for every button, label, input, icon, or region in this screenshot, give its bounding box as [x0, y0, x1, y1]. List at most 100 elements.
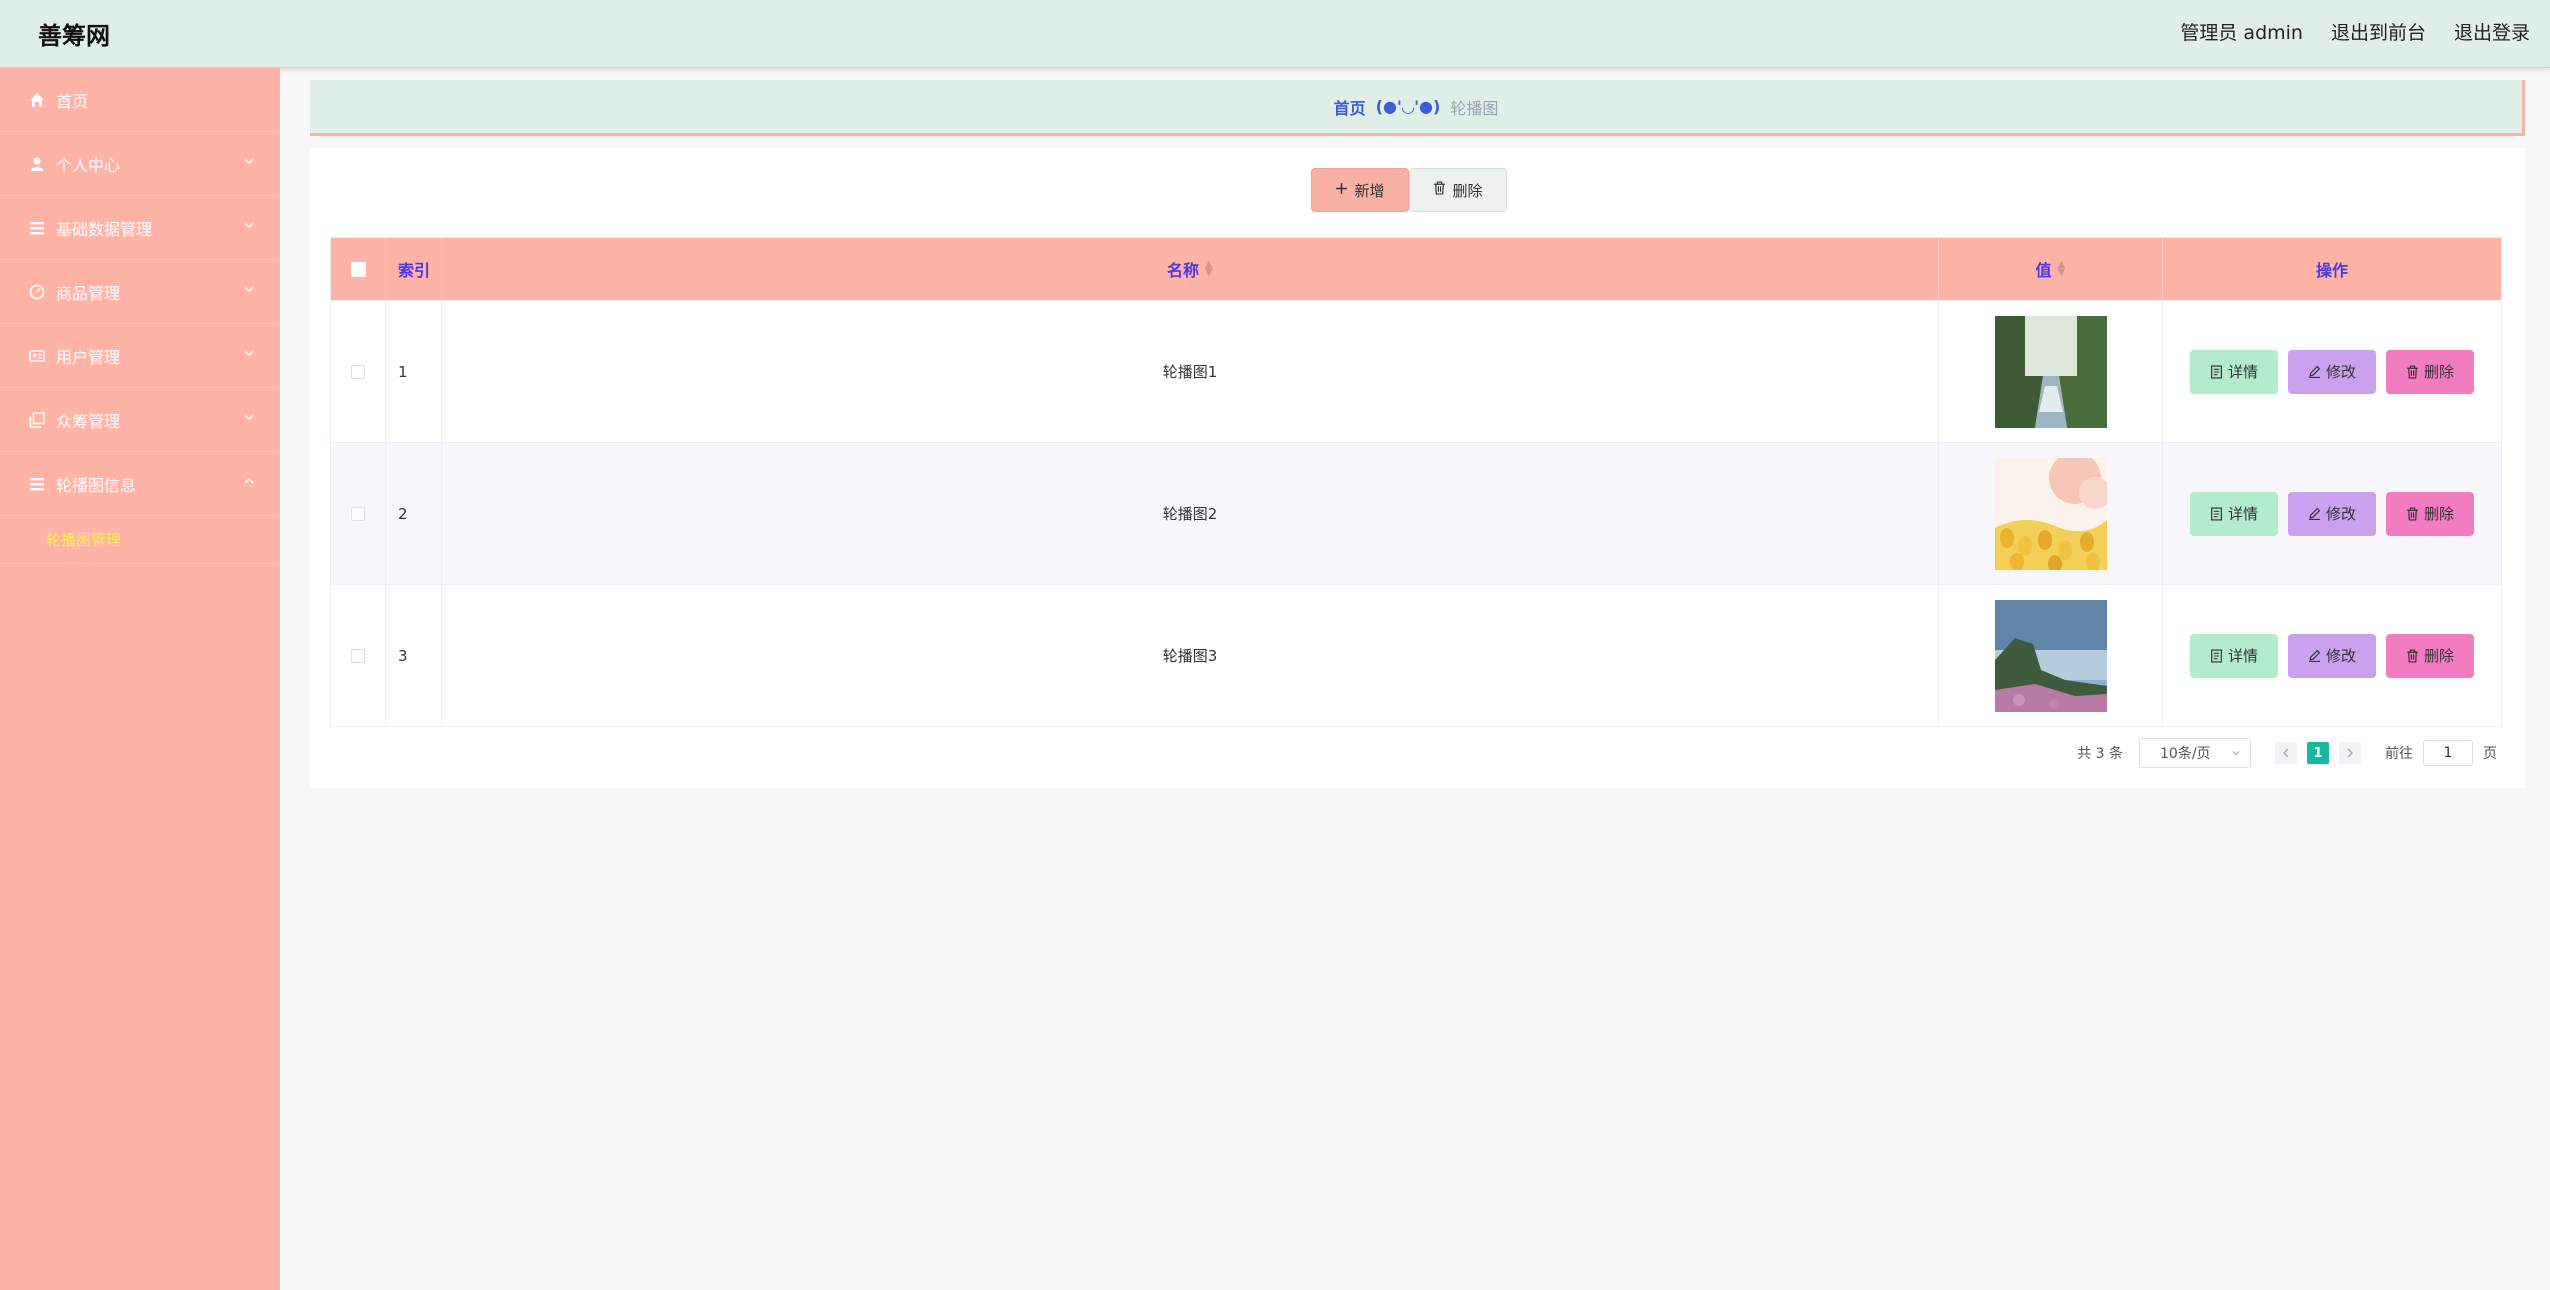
carousel-thumbnail-tulips[interactable]	[1994, 457, 2107, 570]
row-index: 1	[386, 301, 442, 442]
row-name: 轮播图1	[442, 301, 1939, 442]
breadcrumb-current: 轮播图	[1450, 98, 1499, 118]
sidebar-item-home[interactable]: 首页	[0, 68, 280, 132]
sidebar-item-label: 轮播图信息	[56, 475, 137, 495]
content-card: 新增 删除 索引 名称 ▲ ▼ 值 ▲ ▼ 操作 1 轮播图1 详情 修改 删除…	[310, 148, 2525, 788]
table-row: 3 轮播图3 详情 修改 删除	[331, 584, 2501, 726]
next-page-button[interactable]	[2339, 742, 2361, 764]
header-name[interactable]: 名称 ▲ ▼	[442, 238, 1939, 300]
delete-button[interactable]: 删除	[2386, 633, 2474, 678]
goto-page-input[interactable]: 1	[2423, 740, 2473, 766]
sort-icon[interactable]: ▲ ▼	[1205, 260, 1213, 278]
sidebar-subitem-carousel-manage[interactable]: 轮播图管理	[0, 516, 280, 564]
home-icon	[28, 91, 46, 109]
add-button-label: 新增	[1354, 181, 1385, 200]
row-name: 轮播图3	[442, 585, 1939, 726]
document-icon	[2211, 364, 2222, 379]
prev-page-button[interactable]	[2275, 742, 2297, 764]
trash-icon	[1433, 181, 1446, 199]
trash-icon	[2407, 648, 2418, 663]
toolbar: 新增 删除	[1311, 168, 1507, 212]
sidebar-item-label: 商品管理	[56, 283, 121, 303]
edit-icon	[2309, 507, 2321, 520]
sort-icon[interactable]: ▲ ▼	[2058, 260, 2066, 278]
goto-label: 前往	[2385, 746, 2413, 762]
page-number-active[interactable]: 1	[2307, 742, 2329, 764]
user-icon	[28, 155, 46, 173]
row-name: 轮播图2	[442, 443, 1939, 584]
sidebar-item-goods[interactable]: 商品管理	[0, 260, 280, 324]
row-checkbox[interactable]	[351, 506, 365, 521]
row-index: 3	[386, 585, 442, 726]
table-row: 1 轮播图1 详情 修改 删除	[331, 300, 2501, 442]
edit-button[interactable]: 修改	[2288, 349, 2376, 394]
document-icon	[2211, 506, 2222, 521]
sidebar-item-label: 用户管理	[56, 347, 121, 367]
sidebar-item-basic-data[interactable]: 基础数据管理	[0, 196, 280, 260]
trash-icon	[2407, 364, 2418, 379]
sidebar-item-crowdfunding[interactable]: 众筹管理	[0, 388, 280, 452]
breadcrumb-separator: (●'◡'●)	[1375, 97, 1441, 116]
chevron-down-icon	[244, 286, 254, 293]
delete-button-label: 删除	[1452, 181, 1483, 200]
add-button[interactable]: 新增	[1311, 168, 1409, 212]
sidebar-item-users[interactable]: 用户管理	[0, 324, 280, 388]
row-checkbox[interactable]	[351, 364, 365, 379]
chevron-down-icon	[2232, 751, 2240, 756]
detail-button[interactable]: 详情	[2190, 491, 2278, 536]
sidebar-item-label: 个人中心	[56, 155, 121, 175]
exit-to-front-link[interactable]: 退出到前台	[2331, 18, 2426, 45]
header-user-area: 管理员 admin 退出到前台 退出登录	[2180, 18, 2530, 45]
edit-button[interactable]: 修改	[2288, 633, 2376, 678]
header-index: 索引	[386, 238, 442, 300]
select-all-checkbox[interactable]	[350, 261, 366, 277]
sidebar-item-label: 基础数据管理	[56, 219, 153, 239]
sidebar-item-label: 众筹管理	[56, 411, 121, 431]
page-size-select[interactable]: 10条/页	[2139, 738, 2251, 768]
carousel-thumbnail-river[interactable]	[1994, 315, 2107, 428]
batch-delete-button[interactable]: 删除	[1409, 168, 1507, 212]
header-value[interactable]: 值 ▲ ▼	[1939, 238, 2163, 300]
sidebar: 首页 个人中心 基础数据管理 商品管理 用户管理 众筹管理 轮播图信息 轮播图管…	[0, 68, 280, 1290]
delete-button[interactable]: 删除	[2386, 491, 2474, 536]
logout-link[interactable]: 退出登录	[2454, 18, 2530, 45]
table-header: 索引 名称 ▲ ▼ 值 ▲ ▼ 操作	[331, 238, 2501, 300]
carousel-table: 索引 名称 ▲ ▼ 值 ▲ ▼ 操作 1 轮播图1 详情 修改 删除 2 轮播图…	[330, 237, 2502, 727]
chevron-up-icon	[244, 477, 254, 484]
detail-button[interactable]: 详情	[2190, 349, 2278, 394]
breadcrumb-home[interactable]: 首页	[1334, 95, 1366, 119]
pagination-total: 共 3 条	[2077, 746, 2123, 762]
brand-title: 善筹网	[38, 22, 110, 50]
admin-label: 管理员 admin	[2180, 22, 2303, 44]
sidebar-item-personal-center[interactable]: 个人中心	[0, 132, 280, 196]
row-index: 2	[386, 443, 442, 584]
copy-icon	[28, 411, 46, 429]
pagination: 共 3 条 10条/页 1 前往 1 页	[2077, 738, 2497, 768]
list-icon	[28, 475, 46, 493]
edit-button[interactable]: 修改	[2288, 491, 2376, 536]
id-card-icon	[28, 347, 46, 365]
delete-button[interactable]: 删除	[2386, 349, 2474, 394]
page-suffix: 页	[2483, 746, 2497, 762]
chevron-down-icon	[244, 222, 254, 229]
chevron-left-icon	[2283, 748, 2289, 758]
document-icon	[2211, 648, 2222, 663]
plus-icon	[1335, 181, 1348, 199]
detail-button[interactable]: 详情	[2190, 633, 2278, 678]
edit-icon	[2309, 365, 2321, 378]
top-header: 善筹网 管理员 admin 退出到前台 退出登录	[0, 0, 2550, 68]
chevron-down-icon	[244, 158, 254, 165]
sidebar-item-carousel-info[interactable]: 轮播图信息	[0, 452, 280, 516]
header-checkbox-cell	[331, 238, 386, 300]
carousel-thumbnail-sea-cliff[interactable]	[1994, 599, 2107, 712]
edit-icon	[2309, 649, 2321, 662]
chevron-down-icon	[244, 350, 254, 357]
dashboard-icon	[28, 283, 46, 301]
header-operation: 操作	[2315, 261, 2348, 280]
trash-icon	[2407, 506, 2418, 521]
table-row: 2 轮播图2 详情 修改 删除	[331, 442, 2501, 584]
sidebar-item-label: 首页	[56, 91, 89, 111]
breadcrumb: 首页 (●'◡'●) 轮播图	[310, 80, 2525, 136]
row-checkbox[interactable]	[351, 648, 365, 663]
chevron-right-icon	[2347, 748, 2353, 758]
